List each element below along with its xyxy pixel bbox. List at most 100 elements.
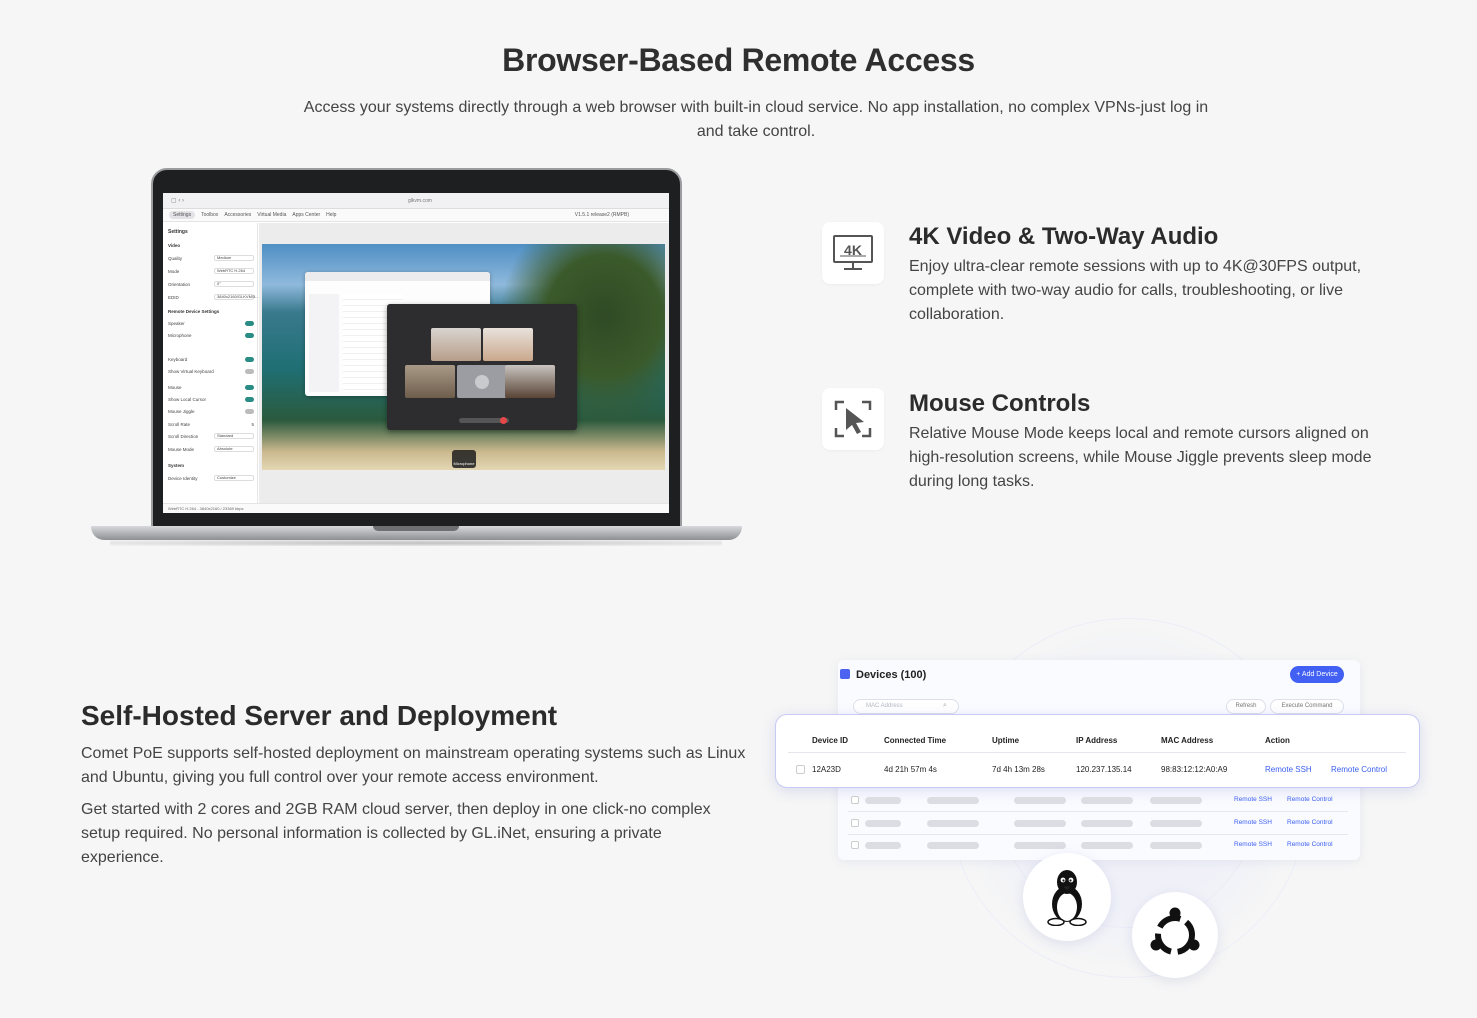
device-identity-select: Customize [214,475,254,481]
col-device-id: Device ID [812,736,849,745]
remote-control-link: Remote Control [1287,819,1333,826]
feature-desc-mouse: Relative Mouse Mode keeps local and remo… [909,425,1372,490]
video-call-window [387,304,577,430]
placeholder-bar [1150,842,1202,849]
toggle-label: Speaker [168,320,185,326]
placeholder-bar [1150,820,1202,827]
placeholder-bar [927,842,979,849]
col-action: Action [1265,736,1290,745]
placeholder-bar [1014,797,1066,804]
cell-device-id: 12A23D [812,765,841,774]
toggle-switch [245,368,254,374]
device-identity-label: Device Identity [168,475,198,481]
feature-title-mouse: Mouse Controls [909,390,1091,417]
cell-mac-address: 98:83:12:12:A0:A9 [1161,765,1228,774]
placeholder-bar [1014,820,1066,827]
row-checkbox [851,819,859,827]
toggle-label: Mouse Jiggle [168,408,195,414]
cell-ip-address: 120.237.135.14 [1076,765,1132,774]
linux-tux-icon [1023,853,1111,941]
participant-tile [505,365,555,398]
placeholder-bar [865,820,901,827]
cell-connected-time: 4d 21h 57m 4s [884,765,937,774]
placeholder-bar [1081,842,1133,849]
col-uptime: Uptime [992,736,1020,745]
browser-tabbar: glkvm.com ▢ ‹ › [163,193,669,209]
scroll-rate-value: 5 [251,421,254,427]
browser-nav-icon: ▢ ‹ › [171,198,184,204]
col-mac-address: MAC Address [1161,736,1214,745]
selfhosted-paragraph-1: Comet PoE supports self-hosted deploymen… [81,745,746,786]
mouse-mode-select: Absolute [214,446,254,452]
col-connected-time: Connected Time [884,736,947,745]
remote-ssh-link: Remote SSH [1234,841,1272,848]
placeholder-bar [1150,797,1202,804]
edid-label: EDID [168,294,179,300]
placeholder-bar [865,797,901,804]
microphone-badge: Microphone [452,450,476,468]
quality-label: Quality [168,255,183,261]
remote-control-link: Remote Control [1287,841,1333,848]
laptop-notch [373,526,459,531]
section-subtitle: Access your systems directly through a w… [303,99,1209,140]
toggle-label: Keyboard [168,356,188,362]
settings-title: Settings [168,229,188,235]
participant-tile [431,328,481,361]
settings-sidebar: Settings Video Quality Medium Mode WebRTC … [163,223,259,503]
toggle-switch [245,384,254,390]
remote-ssh-link[interactable]: Remote SSH [1265,765,1312,774]
feature-desc-video: Enjoy ultra-clear remote sessions with u… [909,258,1362,323]
placeholder-bar [927,820,979,827]
feature-title-video: 4K Video & Two-Way Audio [909,223,1219,250]
remote-desktop-video: Microphone [262,244,665,470]
4k-display-icon: 4K [822,222,884,284]
toggle-label: Microphone [168,332,192,338]
placeholder-bar [1014,842,1066,849]
add-device-button[interactable]: + Add Device [1290,666,1344,683]
placeholder-bar [1081,820,1133,827]
devices-title: Devices (100) [856,669,927,681]
mouse-mode-label: Mouse Mode [168,446,195,452]
section-title: Browser-Based Remote Access [502,42,975,78]
row-checkbox[interactable] [796,765,805,774]
devices-icon [840,669,850,679]
laptop-screen: glkvm.com ▢ ‹ › Settings Toolbox Accesso… [163,193,669,513]
quality-select: Medium [214,255,254,261]
toggle-switch [245,356,254,362]
system-heading: System [168,463,185,468]
participant-tile [405,365,455,398]
mouse-cursor-icon [822,388,884,450]
divider [848,834,1348,835]
laptop-shadow [110,540,722,546]
execute-command-button[interactable]: Execute Command [1270,699,1344,714]
browser-url: glkvm.com [408,198,432,204]
app-menubar: Settings Toolbox Accessories Virtual Med… [163,209,669,222]
ubuntu-logo-icon [1132,892,1218,978]
scroll-direction-label: Scroll Direction [168,433,199,439]
table-row: Remote SSH Remote Control [848,837,1348,859]
orientation-select: 0° [214,281,254,287]
menu-accessories: Accessories [224,212,252,218]
toggle-label: Show Virtual Keyboard [168,368,214,374]
toggle-switch [245,332,254,338]
toggle-switch [245,408,254,414]
refresh-button[interactable]: Refresh [1226,699,1266,714]
col-ip-address: IP Address [1076,736,1118,745]
selfhosted-title: Self-Hosted Server and Deployment [81,700,558,731]
menu-help: Help [326,212,337,218]
toggle-label: Mouse [168,384,182,390]
toggle-switch [245,320,254,326]
scroll-direction-select: Standard [214,433,254,439]
remote-ssh-link: Remote SSH [1234,819,1272,826]
mode-label: Mode [168,268,180,274]
search-icon: ⌕ [943,702,947,709]
divider [788,752,1406,753]
app-version: V1.5.1 release2 (RMPB) [574,212,629,218]
placeholder-bar [927,797,979,804]
scroll-rate-label: Scroll Rate [168,421,191,427]
orientation-label: Orientation [168,281,191,287]
menu-virtual-media: Virtual Media [257,212,287,218]
remote-control-link: Remote Control [1287,796,1333,803]
remote-control-link[interactable]: Remote Control [1331,765,1387,774]
menu-toolbox: Toolbox [201,212,219,218]
